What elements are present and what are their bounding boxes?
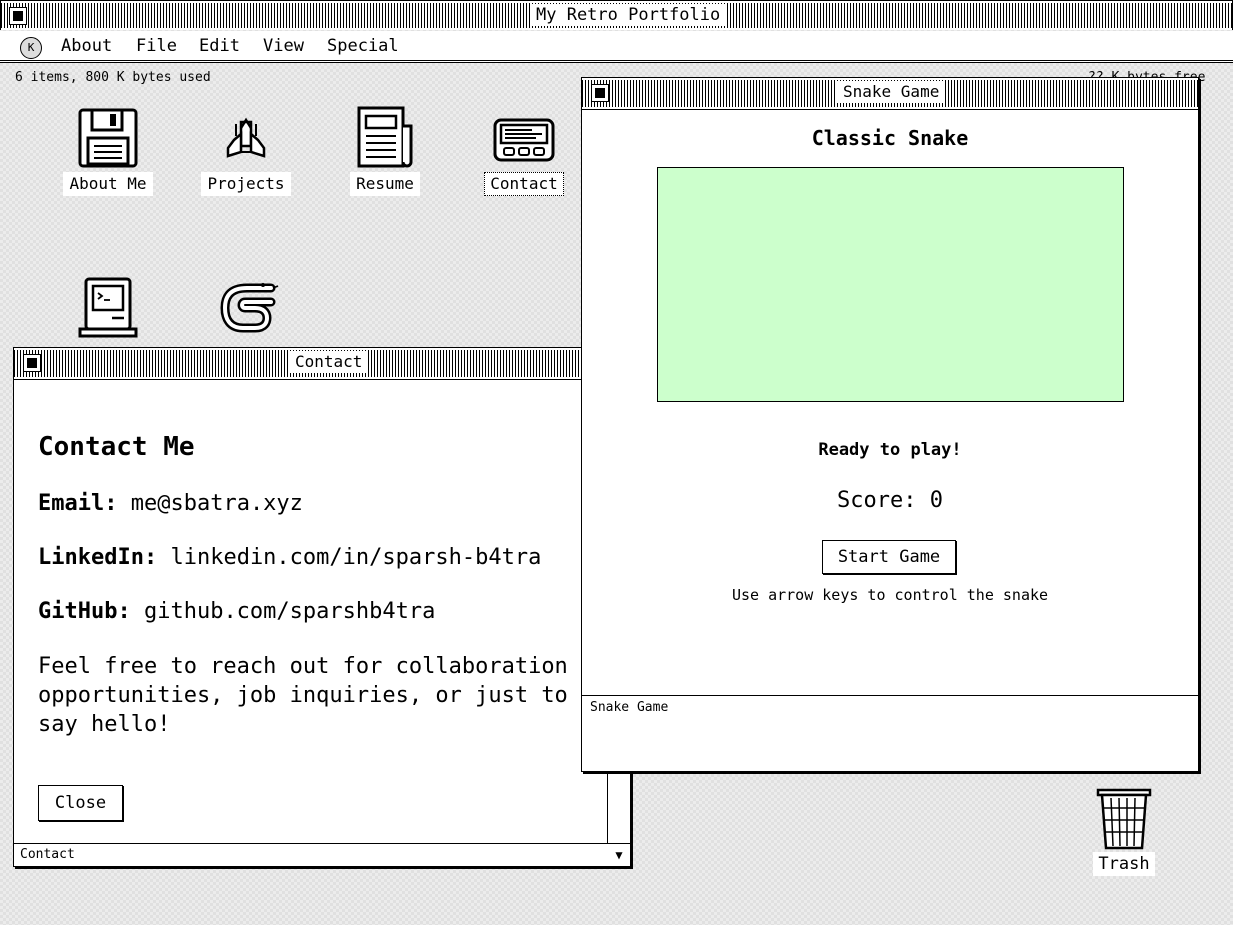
disk-usage-status: 6 items, 800 K bytes used [15, 70, 211, 85]
apple-logo-icon[interactable]: K [20, 37, 42, 59]
spaceship-icon [226, 117, 266, 158]
snake-game-board[interactable] [657, 167, 1124, 402]
github-label: GitHub: [38, 599, 131, 624]
score-display: Score: 0 [837, 488, 943, 513]
close-box-icon[interactable] [591, 84, 609, 102]
window-title-bar: My Retro Portfolio [0, 0, 1233, 30]
start-game-button[interactable]: Start Game [822, 540, 956, 574]
snake-window-footer: Snake Game [582, 695, 1198, 771]
contact-window: Contact Contact Me Email: me@sbatra.xyz … [13, 347, 631, 867]
desktop-icon-label: About Me [63, 172, 153, 196]
menu-view[interactable]: View [263, 35, 304, 57]
contact-window-title-bar[interactable]: Contact [14, 348, 630, 380]
trash-icon-container[interactable]: Trash [1092, 788, 1156, 876]
menu-bar: K About File Edit View Special [0, 31, 1233, 63]
desktop-icon-resume[interactable]: Resume [335, 106, 435, 201]
desktop-icon-about-me[interactable]: About Me [58, 106, 158, 201]
email-value[interactable]: me@sbatra.xyz [131, 491, 303, 516]
pager-icon [493, 118, 555, 162]
contact-heading: Contact Me [38, 432, 195, 462]
email-line: Email: me@sbatra.xyz [38, 490, 598, 518]
email-label: Email: [38, 491, 118, 516]
newspaper-icon [357, 106, 413, 168]
linkedin-line: LinkedIn: linkedin.com/in/sparsh-b4tra [38, 544, 598, 572]
contact-message: Feel free to reach out for collaboration… [38, 654, 568, 737]
desktop-icon-projects[interactable]: Projects [196, 106, 296, 201]
contact-window-body: Contact Me Email: me@sbatra.xyz LinkedIn… [38, 380, 598, 739]
snake-game-heading: Classic Snake [811, 126, 969, 150]
desktop-icon-label: Projects [201, 172, 291, 196]
snake-window-title: Snake Game [837, 81, 946, 103]
desktop-icon-label: Resume [350, 172, 420, 196]
scroll-down-arrow-icon[interactable]: ▼ [608, 843, 630, 866]
trash-label: Trash [1093, 852, 1155, 876]
menu-edit[interactable]: Edit [199, 35, 240, 57]
menu-special[interactable]: Special [327, 35, 399, 57]
menu-about[interactable]: About [61, 35, 112, 57]
contact-window-footer: Contact [14, 843, 608, 866]
floppy-disk-icon [78, 108, 138, 168]
trash-can-icon [1096, 788, 1152, 850]
github-value[interactable]: github.com/sparshb4tra [144, 599, 435, 624]
close-box-icon[interactable] [9, 7, 27, 25]
computer-terminal-icon [78, 277, 138, 338]
close-box-icon[interactable] [23, 354, 41, 372]
snake-icon [220, 283, 279, 333]
snake-window-title-bar[interactable]: Snake Game [582, 78, 1198, 110]
contact-window-title: Contact [289, 351, 369, 373]
desktop-icon-contact[interactable]: Contact [474, 106, 574, 201]
desktop-icon-label: Contact [484, 172, 564, 196]
game-status: Ready to play! [818, 440, 962, 460]
close-button[interactable]: Close [38, 785, 123, 821]
menu-file[interactable]: File [136, 35, 177, 57]
snake-game-window: Snake Game Classic Snake Ready to play! … [581, 77, 1199, 772]
linkedin-label: LinkedIn: [38, 545, 158, 570]
window-title: My Retro Portfolio [530, 4, 727, 26]
github-line: GitHub: github.com/sparshb4tra [38, 598, 598, 626]
linkedin-value[interactable]: linkedin.com/in/sparsh-b4tra [170, 545, 541, 570]
controls-hint: Use arrow keys to control the snake [731, 586, 1049, 604]
